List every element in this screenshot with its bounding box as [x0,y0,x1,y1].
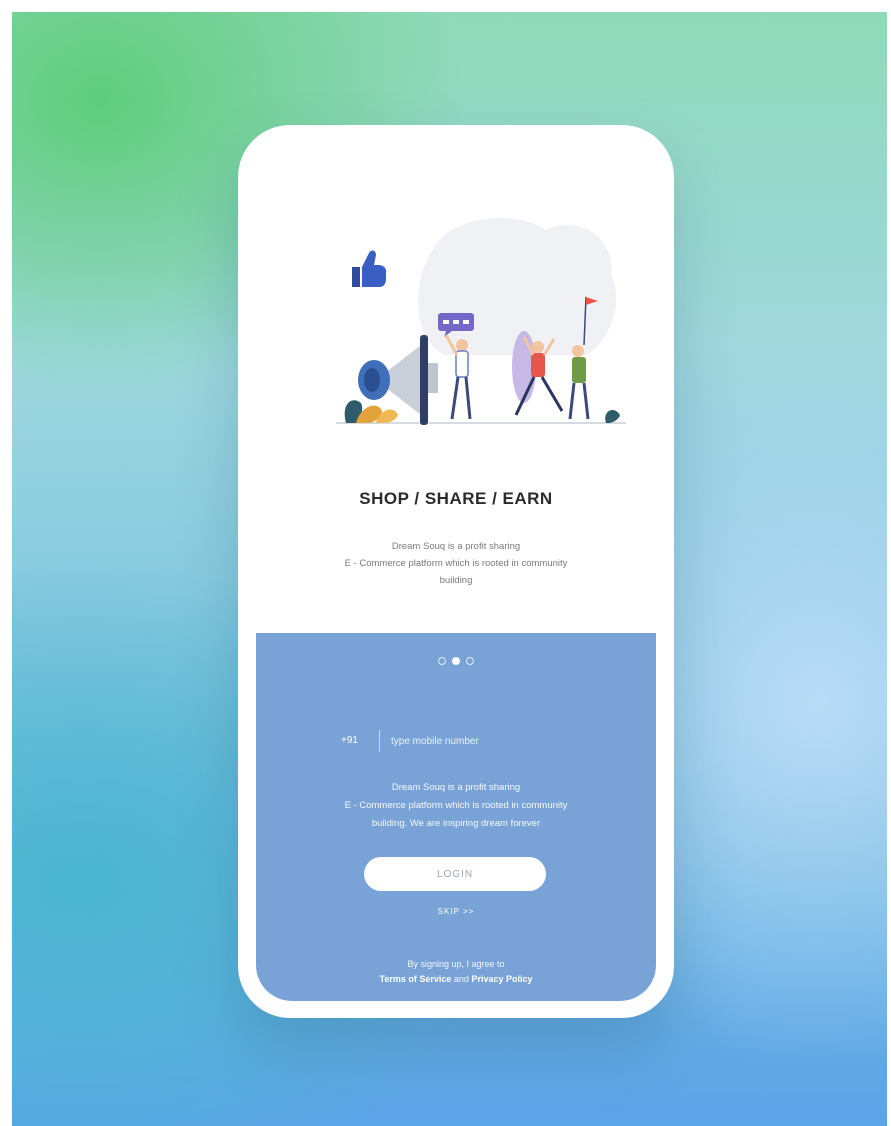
login-panel: +91 Dream Souq is a profit sharing E - C… [256,633,656,1001]
thumbs-up-icon [352,250,386,287]
page-indicator [256,657,656,665]
login-description-line: Dream Souq is a profit sharing [391,782,521,793]
onboarding-panel: SHOP / SHARE / EARN Dream Souq is a prof… [256,143,656,633]
onboarding-description: Dream Souq is a profit sharing E - Comme… [306,538,606,589]
page-dot-active[interactable] [452,657,460,665]
country-code[interactable]: +91 [341,735,358,746]
terms-links: Terms of Service and Privacy Policy [256,972,656,987]
page-dot[interactable] [466,657,474,665]
page-dot[interactable] [438,657,446,665]
login-button[interactable]: LOGIN [364,857,546,891]
mobile-number-input[interactable] [391,728,561,754]
terms-of-service-link[interactable]: Terms of Service [380,974,452,984]
onboarding-headline: SHOP / SHARE / EARN [359,489,553,508]
terms-and-text: and [453,974,469,984]
marketing-illustration [316,205,636,445]
login-description-line: E - Commerce platform which is rooted in… [344,800,568,811]
phone-mockup: SHOP / SHARE / EARN Dream Souq is a prof… [238,125,674,1018]
terms-prefix: By signing up, I agree to [407,959,505,969]
login-description-line: building. We are inspiring dream forever [371,818,541,829]
privacy-policy-link[interactable]: Privacy Policy [471,974,532,984]
skip-link[interactable]: SKIP >> [256,907,656,916]
mobile-number-row: +91 [341,728,571,754]
terms-notice: By signing up, I agree to Terms of Servi… [256,957,656,987]
onboarding-description-line: Dream Souq is a profit sharing [391,541,521,552]
login-description: Dream Souq is a profit sharing E - Comme… [296,779,616,833]
onboarding-description-line: E - Commerce platform which is rooted in… [344,558,568,569]
input-divider [379,730,380,752]
onboarding-description-line: building [439,575,473,586]
